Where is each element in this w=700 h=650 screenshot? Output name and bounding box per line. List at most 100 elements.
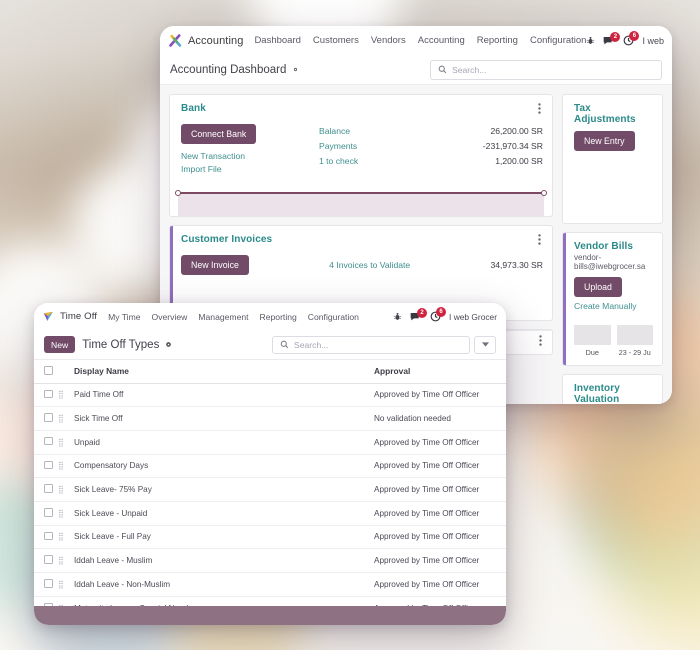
nav-reporting[interactable]: Reporting bbox=[260, 312, 297, 322]
bank-sparkline-chart bbox=[170, 186, 552, 216]
row-checkbox[interactable] bbox=[44, 413, 53, 422]
search-input[interactable]: Search... bbox=[272, 335, 470, 354]
table-row[interactable]: ⣿ Iddah Leave - Muslim Approved by Time … bbox=[34, 548, 506, 573]
column-approval[interactable]: Approval bbox=[374, 360, 506, 384]
drag-handle-icon[interactable]: ⣿ bbox=[58, 509, 64, 518]
invoices-to-validate-link[interactable]: 4 Invoices to Validate bbox=[249, 260, 491, 270]
row-checkbox[interactable] bbox=[44, 460, 53, 470]
upload-button[interactable]: Upload bbox=[574, 277, 622, 297]
nav-configuration[interactable]: Configuration bbox=[530, 35, 587, 46]
nav-customers[interactable]: Customers bbox=[313, 35, 359, 46]
search-input[interactable]: Search... bbox=[430, 59, 662, 80]
drag-handle-icon[interactable]: ⣿ bbox=[58, 438, 64, 447]
table-row[interactable]: ⣿ Sick Leave- 75% Pay Approved by Time O… bbox=[34, 477, 506, 502]
cell-approval: Approved by Time Off Officer bbox=[374, 572, 506, 597]
row-checkbox[interactable] bbox=[44, 579, 53, 588]
handle-column-header bbox=[58, 360, 74, 384]
table-row[interactable]: ⣿ Maternity Leave - Special Needs Approv… bbox=[34, 596, 506, 607]
table-row[interactable]: ⣿ Sick Leave - Full Pay Approved by Time… bbox=[34, 525, 506, 550]
activities-badge: 6 bbox=[629, 31, 640, 41]
bug-icon[interactable] bbox=[393, 312, 402, 321]
cell-approval: Approved by Time Off Officer bbox=[374, 548, 506, 573]
balance-label[interactable]: Balance bbox=[319, 126, 350, 136]
nav-accounting[interactable]: Accounting bbox=[418, 35, 465, 46]
cell-display-name: Iddah Leave - Muslim bbox=[74, 548, 374, 573]
page-title: Accounting Dashboard bbox=[170, 63, 287, 76]
drag-handle-icon[interactable]: ⣿ bbox=[58, 580, 64, 589]
cell-approval: Approved by Time Off Officer bbox=[374, 477, 506, 502]
nav-configuration[interactable]: Configuration bbox=[308, 312, 359, 322]
timeoff-menu: My Time Overview Management Reporting Co… bbox=[108, 312, 359, 322]
drag-handle-icon[interactable]: ⣿ bbox=[58, 461, 64, 470]
new-invoice-button[interactable]: New Invoice bbox=[181, 255, 249, 275]
activities-clock-icon[interactable]: 6 bbox=[623, 31, 640, 46]
bug-icon[interactable] bbox=[586, 36, 595, 45]
payments-label[interactable]: Payments bbox=[319, 141, 357, 151]
vertical-dots-icon[interactable] bbox=[529, 331, 552, 354]
drag-handle-icon[interactable]: ⣿ bbox=[58, 604, 64, 607]
column-display-name[interactable]: Display Name bbox=[74, 360, 374, 384]
nav-vendors[interactable]: Vendors bbox=[371, 35, 406, 46]
user-menu[interactable]: I web Grocer bbox=[449, 312, 497, 322]
nav-my-time[interactable]: My Time bbox=[108, 312, 140, 322]
row-checkbox[interactable] bbox=[44, 436, 53, 446]
vertical-dots-icon[interactable] bbox=[536, 103, 543, 118]
to-check-label[interactable]: 1 to check bbox=[319, 156, 358, 166]
connect-bank-button[interactable]: Connect Bank bbox=[181, 124, 257, 144]
gear-icon[interactable] bbox=[164, 340, 173, 349]
row-checkbox[interactable] bbox=[44, 531, 53, 541]
row-checkbox-cell bbox=[34, 406, 58, 431]
row-drag-handle-cell: ⣿ bbox=[58, 501, 74, 526]
vendor-bills-body: Upload Create Manually bbox=[563, 271, 662, 318]
accounting-menu: Dashboard Customers Vendors Accounting R… bbox=[254, 35, 586, 46]
gear-icon[interactable] bbox=[291, 65, 300, 74]
nav-overview[interactable]: Overview bbox=[152, 312, 188, 322]
accounting-brand[interactable]: Accounting bbox=[168, 33, 243, 48]
new-transaction-link[interactable]: New Transaction bbox=[181, 151, 319, 161]
new-entry-button[interactable]: New Entry bbox=[574, 131, 635, 151]
search-dropdown-toggle[interactable] bbox=[474, 335, 496, 354]
vertical-dots-icon[interactable] bbox=[536, 234, 543, 249]
table-row[interactable]: ⣿ Compensatory Days Approved by Time Off… bbox=[34, 454, 506, 479]
table-row[interactable]: ⣿ Sick Time Off No validation needed bbox=[34, 406, 506, 431]
messages-icon[interactable]: 2 bbox=[410, 307, 428, 322]
row-drag-handle-cell: ⣿ bbox=[58, 525, 74, 550]
bank-stats: Balance 26,200.00 SR Payments -231,970.3… bbox=[319, 124, 543, 177]
row-checkbox[interactable] bbox=[44, 508, 53, 517]
activities-clock-icon[interactable]: 6 bbox=[430, 307, 447, 322]
row-checkbox[interactable] bbox=[44, 555, 53, 564]
drag-handle-icon[interactable]: ⣿ bbox=[58, 390, 64, 399]
bar-due bbox=[574, 325, 611, 345]
import-file-link[interactable]: Import File bbox=[181, 164, 319, 174]
sparkline-line bbox=[178, 192, 544, 194]
row-checkbox-cell bbox=[34, 430, 58, 455]
nav-reporting[interactable]: Reporting bbox=[477, 35, 518, 46]
table-row[interactable]: ⣿ Iddah Leave - Non-Muslim Approved by T… bbox=[34, 572, 506, 597]
row-checkbox[interactable] bbox=[44, 602, 53, 607]
drag-handle-icon[interactable]: ⣿ bbox=[58, 414, 64, 423]
timeoff-navbar: Time Off My Time Overview Management Rep… bbox=[34, 303, 506, 330]
select-all-checkbox[interactable] bbox=[44, 366, 53, 375]
row-drag-handle-cell: ⣿ bbox=[58, 477, 74, 502]
user-menu[interactable]: I web bbox=[642, 36, 664, 46]
row-checkbox[interactable] bbox=[44, 484, 53, 493]
messages-icon[interactable]: 2 bbox=[603, 31, 621, 46]
cell-display-name: Maternity Leave - Special Needs bbox=[74, 596, 374, 607]
bank-card-body: Connect Bank New Transaction Import File… bbox=[170, 121, 552, 186]
drag-handle-icon[interactable]: ⣿ bbox=[58, 556, 64, 565]
timeoff-brand[interactable]: Time Off bbox=[42, 310, 97, 323]
bank-stat-balance: Balance 26,200.00 SR bbox=[319, 126, 543, 136]
nav-management[interactable]: Management bbox=[198, 312, 248, 322]
table-row[interactable]: ⣿ Paid Time Off Approved by Time Off Off… bbox=[34, 383, 506, 408]
table-row[interactable]: ⣿ Sick Leave - Unpaid Approved by Time O… bbox=[34, 501, 506, 526]
drag-handle-icon[interactable]: ⣿ bbox=[58, 532, 64, 541]
timeoff-types-list[interactable]: Display Name Approval ⣿ Paid Time Off Ap… bbox=[34, 360, 506, 607]
create-manually-link[interactable]: Create Manually bbox=[574, 301, 653, 311]
row-checkbox[interactable] bbox=[44, 389, 53, 399]
drag-handle-icon[interactable]: ⣿ bbox=[58, 485, 64, 494]
cell-display-name: Sick Leave - Unpaid bbox=[74, 501, 374, 526]
vendor-bills-header: Vendor Bills bbox=[563, 233, 662, 252]
table-row[interactable]: ⣿ Unpaid Approved by Time Off Officer bbox=[34, 430, 506, 455]
nav-dashboard[interactable]: Dashboard bbox=[254, 35, 300, 46]
new-button[interactable]: New bbox=[44, 336, 76, 353]
